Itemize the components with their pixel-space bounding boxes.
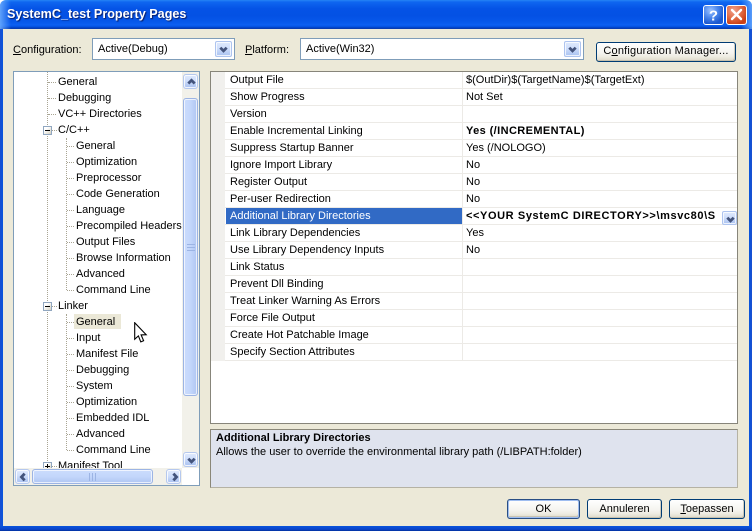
svg-text:?: ?: [709, 8, 718, 25]
